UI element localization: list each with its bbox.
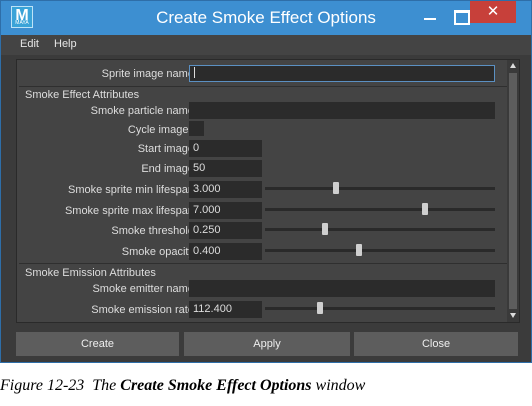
section-divider [19,86,507,87]
smoke-threshold-slider-track[interactable] [265,228,495,231]
close-button[interactable]: Close [354,332,518,356]
caption-figure-number: Figure 12-23 [0,377,85,394]
end-image-input[interactable]: 50 [189,160,262,177]
smoke-emitter-name-input[interactable] [189,280,495,297]
section-smoke-emission-attributes: Smoke Emission Attributes [25,267,156,279]
smoke-threshold-label: Smoke threshold: [111,225,197,237]
smoke-threshold-slider-thumb[interactable] [322,223,328,235]
start-image-label: Start image: [137,143,197,155]
scroll-down-arrow-icon[interactable] [510,313,516,318]
smoke-threshold-input[interactable]: 0.250 [189,222,262,239]
max-lifespan-input[interactable]: 7.000 [189,202,262,219]
figure-caption: Figure 12-23 The Create Smoke Effect Opt… [0,377,532,395]
smoke-opacity-label: Smoke opacity: [121,246,197,258]
sprite-image-name-input[interactable] [189,65,495,82]
cycle-images-label: Cycle images: [127,124,197,136]
sprite-image-name-label: Sprite image name: [101,68,197,80]
close-icon: ✕ [486,3,500,20]
apply-button[interactable]: Apply [184,332,350,356]
smoke-emission-rate-slider-track[interactable] [265,307,495,310]
min-lifespan-input[interactable]: 3.000 [189,181,262,198]
menu-edit[interactable]: Edit [20,38,39,50]
create-button[interactable]: Create [16,332,179,356]
menu-help[interactable]: Help [54,38,77,50]
scrollbar-thumb[interactable] [509,73,517,309]
title-bar[interactable]: M MAYA Create Smoke Effect Options ✕ [1,1,531,35]
max-lifespan-slider-track[interactable] [265,208,495,211]
smoke-emission-rate-slider-thumb[interactable] [317,302,323,314]
smoke-emission-rate-label: Smoke emission rate: [91,304,197,316]
maya-app-icon: M MAYA [11,6,33,28]
minimize-button[interactable] [414,1,446,35]
min-lifespan-label: Smoke sprite min lifespan: [68,184,197,196]
text-cursor [194,67,195,78]
caption-window-word: window [315,377,366,394]
app-icon-subtext: MAYA [15,20,29,26]
caption-window-name: Create Smoke Effect Options [120,377,312,394]
close-window-button[interactable]: ✕ [470,1,516,23]
max-lifespan-slider-thumb[interactable] [422,203,428,215]
start-image-input[interactable]: 0 [189,140,262,157]
section-smoke-effect-attributes: Smoke Effect Attributes [25,89,140,101]
smoke-particle-name-input[interactable] [189,102,495,119]
section-divider [19,263,507,264]
cycle-images-checkbox[interactable] [189,121,204,136]
end-image-label: End image: [141,163,197,175]
smoke-emission-rate-input[interactable]: 112.400 [189,301,262,318]
options-panel: Sprite image name: Smoke Effect Attribut… [16,59,520,323]
smoke-opacity-slider-thumb[interactable] [356,244,362,256]
max-lifespan-label: Smoke sprite max lifespan: [64,205,197,217]
menu-bar: Edit Help [1,35,531,55]
vertical-scrollbar[interactable] [507,60,519,322]
min-lifespan-slider-thumb[interactable] [333,182,339,194]
window-title: Create Smoke Effect Options [156,8,376,27]
min-lifespan-slider-track[interactable] [265,187,495,190]
scroll-up-arrow-icon[interactable] [510,63,516,68]
smoke-particle-name-label: Smoke particle name: [90,105,197,117]
smoke-opacity-slider-track[interactable] [265,249,495,252]
smoke-emitter-name-label: Smoke emitter name: [92,283,197,295]
options-window: M MAYA Create Smoke Effect Options ✕ Edi… [0,0,532,363]
caption-the: The [92,377,117,394]
smoke-opacity-input[interactable]: 0.400 [189,243,262,260]
